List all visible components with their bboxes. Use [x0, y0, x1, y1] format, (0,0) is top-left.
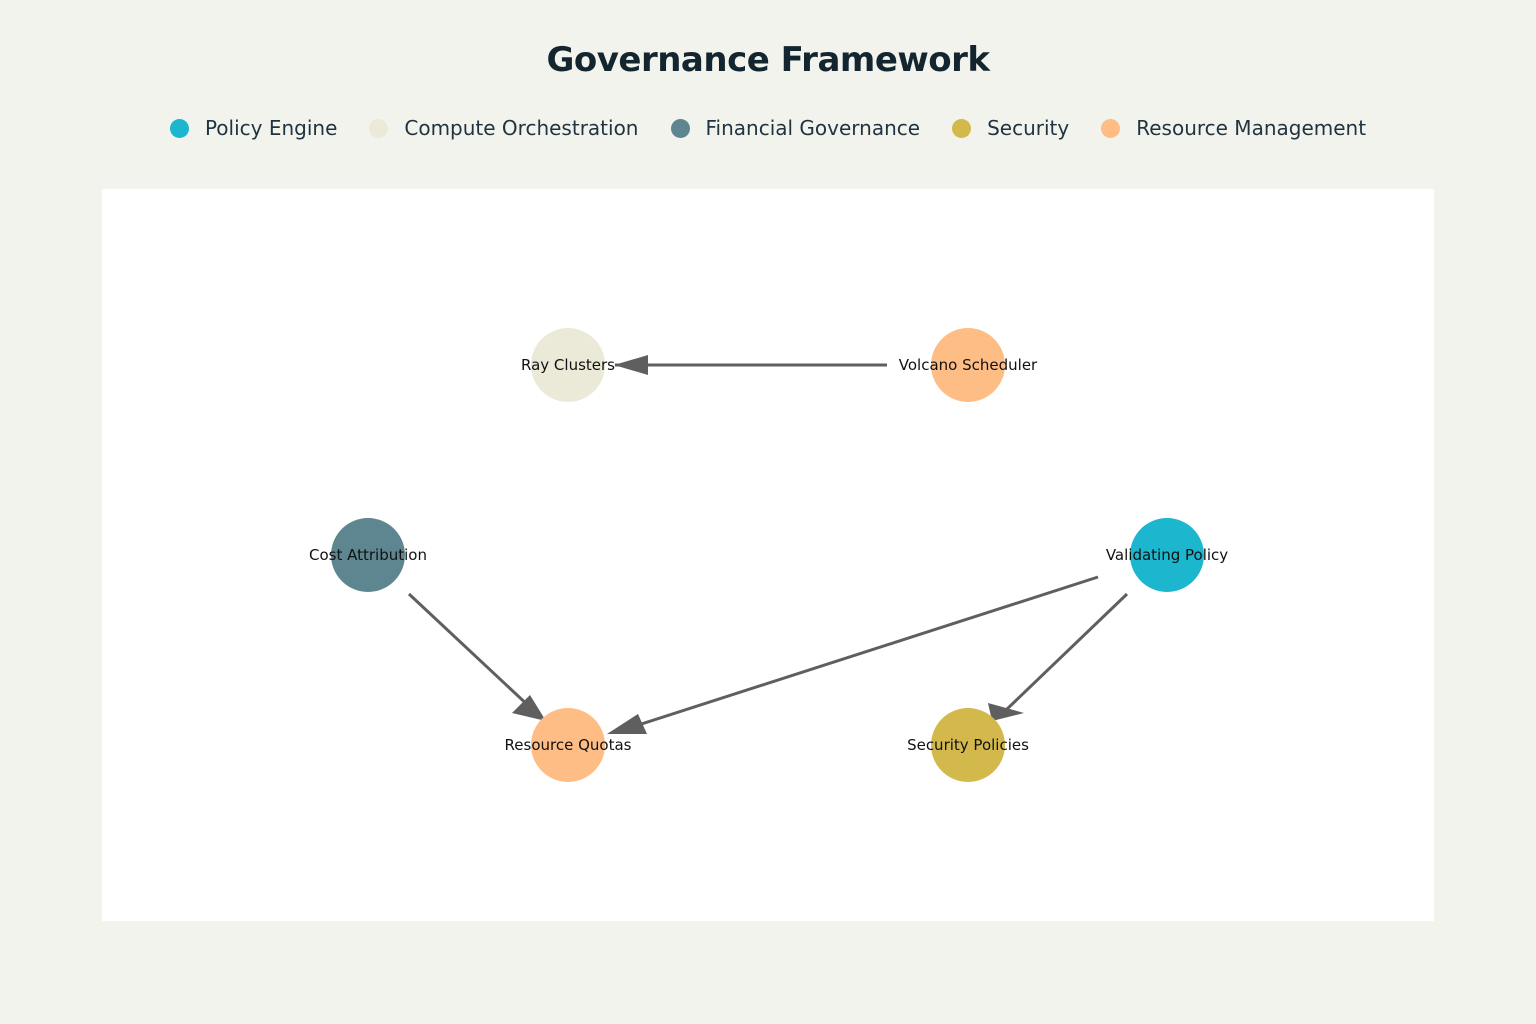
node-volcano-scheduler[interactable]: Volcano Scheduler	[899, 328, 1038, 402]
node-label: Cost Attribution	[309, 546, 427, 564]
legend-label: Resource Management	[1136, 116, 1367, 140]
arrowhead-quotas-right	[607, 714, 647, 734]
legend-item-policy-engine: Policy Engine	[169, 116, 338, 140]
legend-swatch-resource-management	[1101, 118, 1121, 138]
legend-item-resource-management: Resource Management	[1101, 116, 1366, 140]
edges	[407, 355, 1129, 734]
node-label: Validating Policy	[1106, 546, 1228, 564]
node-cost-attribution[interactable]: Cost Attribution	[309, 518, 427, 592]
arrowhead-ray	[614, 355, 648, 375]
legend-swatch-security	[952, 118, 972, 138]
node-ray-clusters[interactable]: Ray Clusters	[521, 328, 615, 402]
page-title: Governance Framework	[546, 40, 990, 80]
edge-validating-to-secpol	[1003, 592, 1129, 713]
legend-item-financial-governance: Financial Governance	[670, 116, 921, 140]
legend-label: Security	[987, 116, 1070, 140]
node-resource-quotas[interactable]: Resource Quotas	[505, 708, 632, 782]
node-label: Ray Clusters	[521, 356, 615, 374]
edge-validating-to-quotas	[631, 575, 1099, 729]
node-label: Volcano Scheduler	[899, 356, 1038, 374]
legend: Policy Engine Compute Orchestration Fina…	[0, 116, 1536, 140]
legend-swatch-compute-orchestration	[369, 118, 389, 138]
diagram-canvas: Ray Clusters Volcano Scheduler Cost Attr…	[309, 328, 1228, 782]
legend-label: Financial Governance	[705, 116, 921, 140]
edge-cost-to-quotas	[407, 592, 534, 711]
arrowhead-quotas-left	[512, 695, 546, 721]
legend-item-compute-orchestration: Compute Orchestration	[369, 116, 639, 140]
legend-swatch-financial-governance	[670, 118, 690, 138]
node-validating-policy[interactable]: Validating Policy	[1106, 518, 1228, 592]
diagram-panel: Ray Clusters Volcano Scheduler Cost Attr…	[102, 189, 1434, 921]
legend-label: Compute Orchestration	[404, 116, 639, 140]
legend-item-security: Security	[952, 116, 1069, 140]
node-label: Security Policies	[907, 736, 1029, 754]
nodes: Ray Clusters Volcano Scheduler Cost Attr…	[309, 328, 1228, 782]
node-security-policies[interactable]: Security Policies	[907, 708, 1029, 782]
legend-label: Policy Engine	[204, 116, 338, 140]
node-label: Resource Quotas	[505, 736, 632, 754]
legend-swatch-policy-engine	[169, 118, 189, 138]
